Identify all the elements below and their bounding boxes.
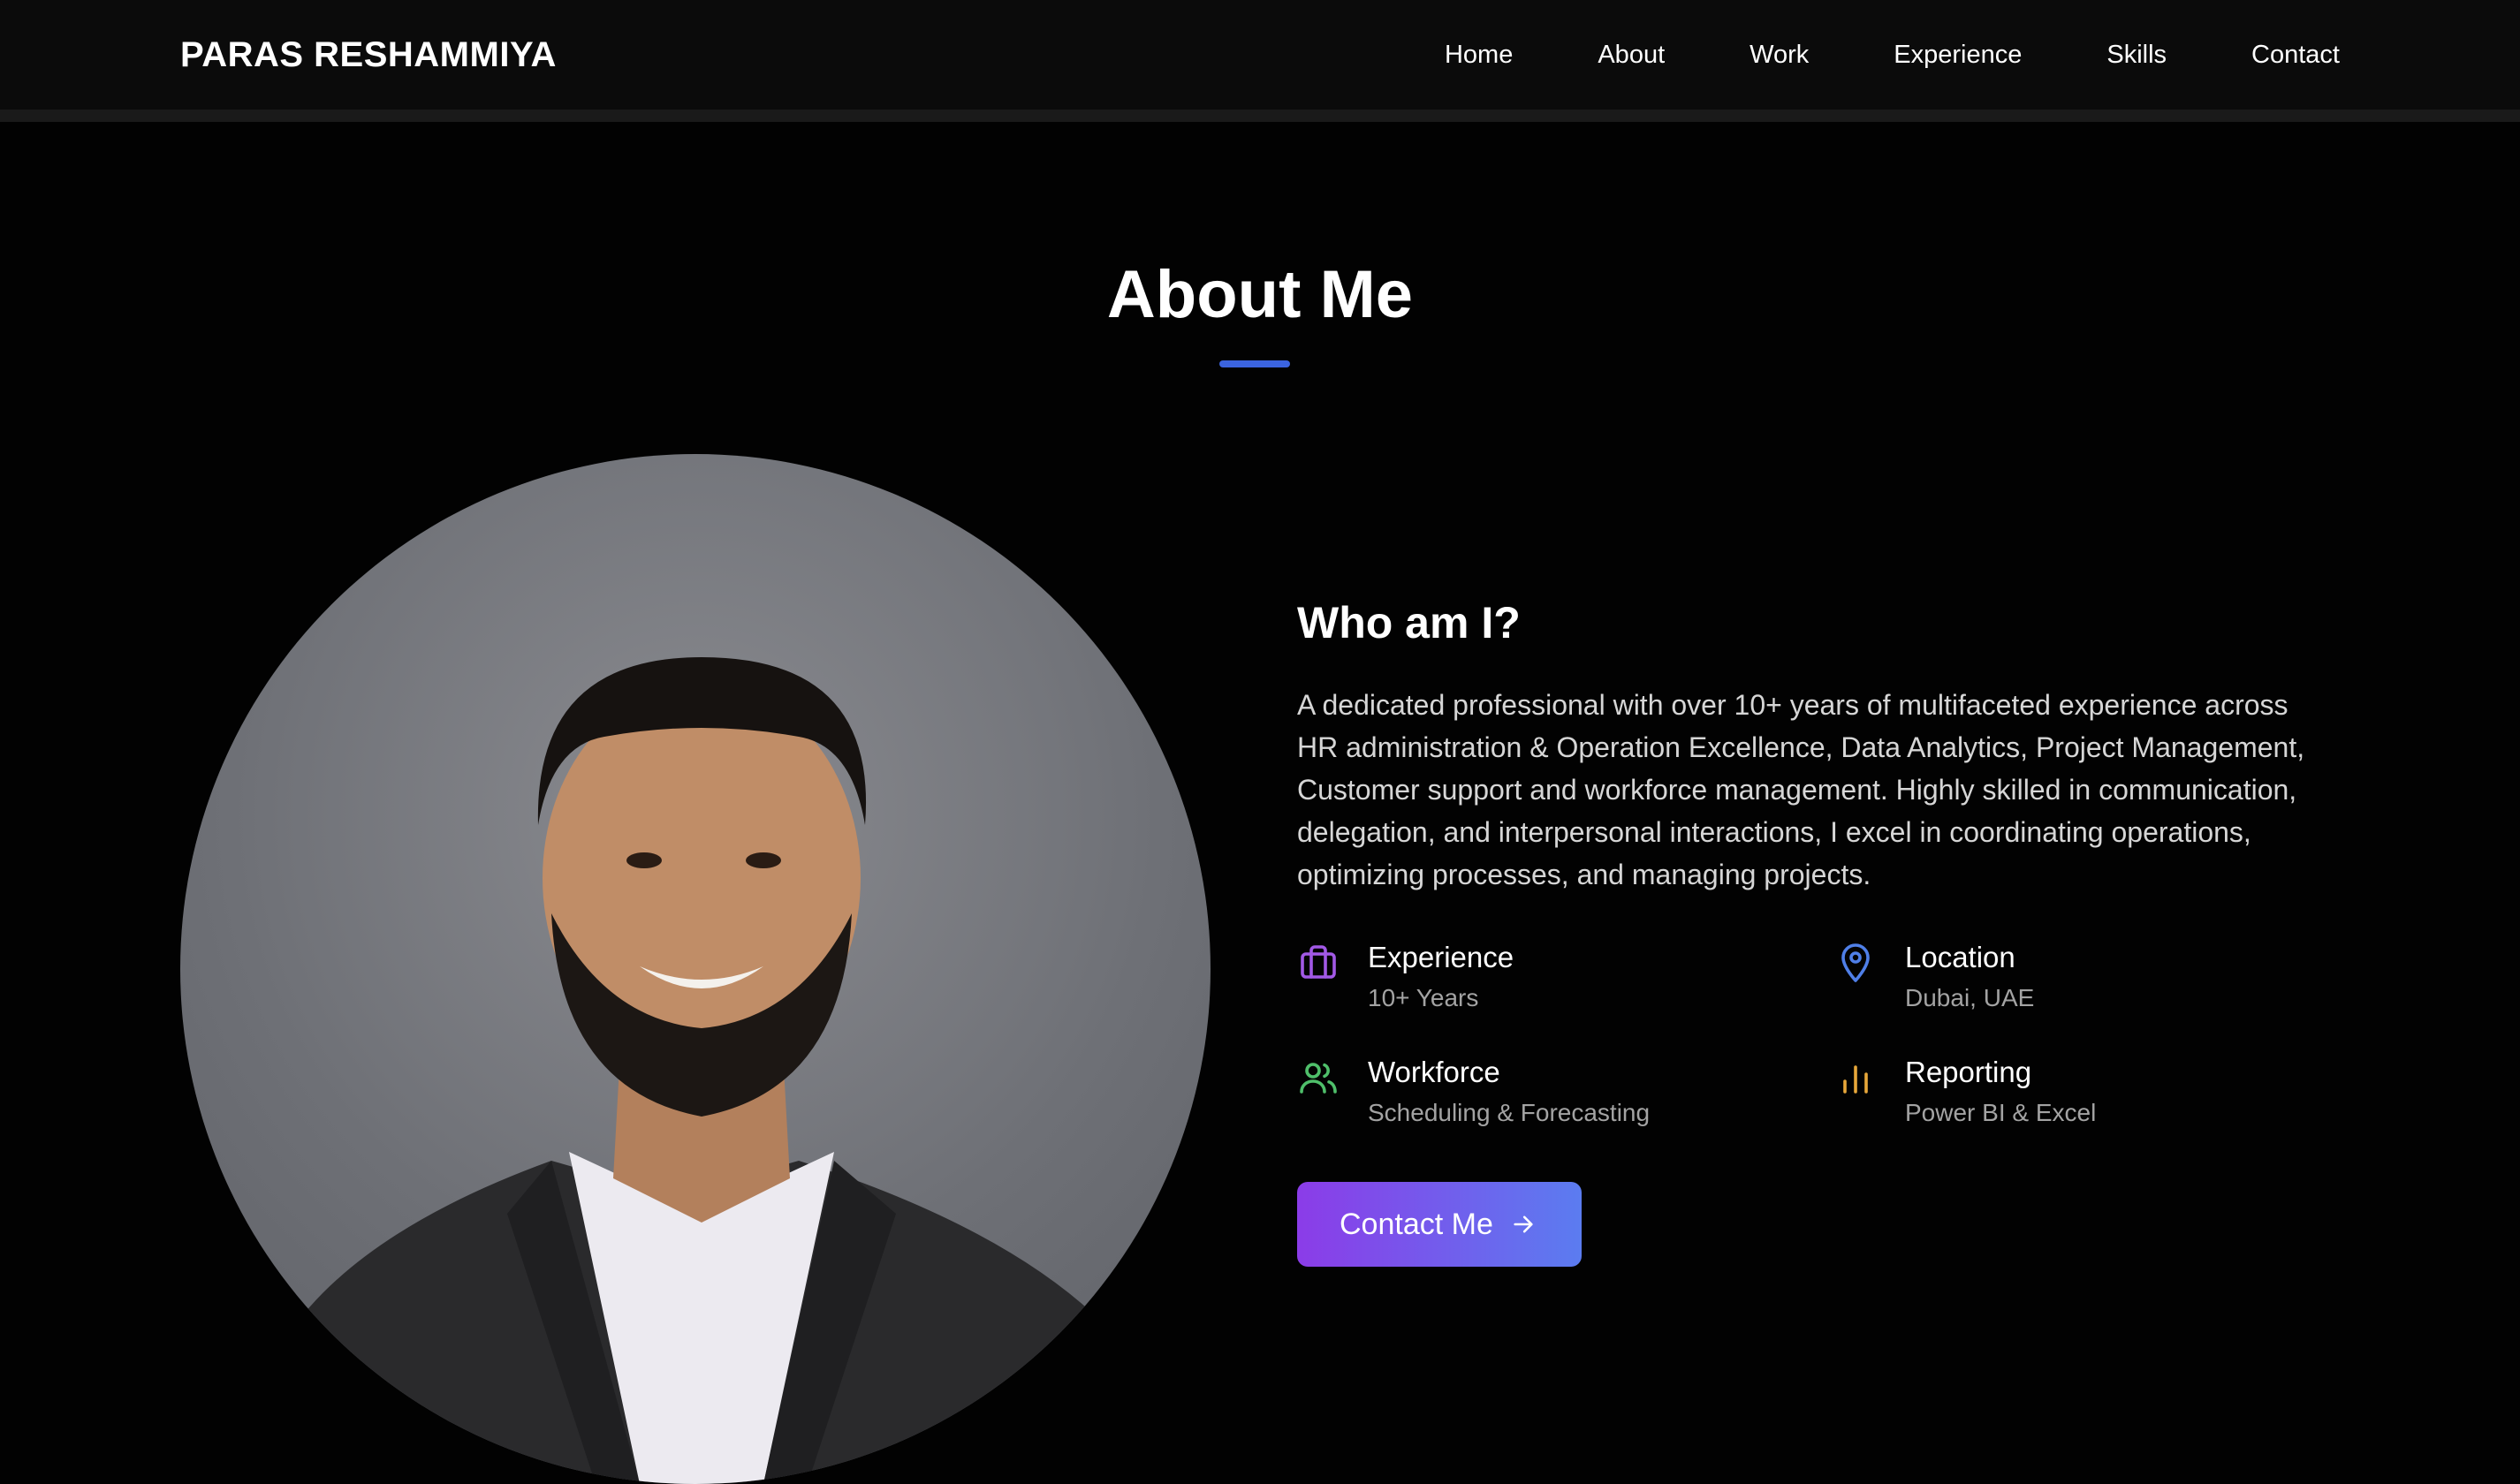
arrow-right-icon	[1514, 1215, 1533, 1233]
nav-link-home[interactable]: Home	[1402, 41, 1555, 70]
briefcase-icon	[1301, 945, 1336, 979]
about-content: Who am I? A dedicated professional with …	[1297, 597, 2322, 1267]
fact-workforce: Workforce Scheduling & Forecasting	[1297, 1055, 1834, 1127]
nav-link-about[interactable]: About	[1555, 41, 1707, 70]
fact-value: 10+ Years	[1368, 984, 1479, 1011]
who-am-i-heading: Who am I?	[1297, 598, 1521, 647]
map-pin-icon	[1841, 943, 1870, 982]
facts-grid: Experience 10+ Years Location Dubai, UAE	[1297, 940, 2322, 1127]
title-underline	[1219, 360, 1290, 367]
contact-me-button[interactable]: Contact Me	[1297, 1182, 1582, 1267]
nav-link-skills[interactable]: Skills	[2064, 41, 2209, 70]
brand-logo[interactable]: PARAS RESHAMMIYA	[180, 35, 557, 75]
fact-experience: Experience 10+ Years	[1297, 940, 1834, 1012]
fact-title: Reporting	[1905, 1056, 2032, 1088]
nav-link-contact[interactable]: Contact	[2209, 41, 2340, 70]
fact-value: Dubai, UAE	[1905, 984, 2035, 1011]
fact-title: Location	[1905, 941, 2015, 973]
fact-value: Power BI & Excel	[1905, 1099, 2097, 1126]
nav-link-experience[interactable]: Experience	[1851, 41, 2064, 70]
fact-reporting: Reporting Power BI & Excel	[1834, 1055, 2322, 1127]
users-icon	[1300, 1063, 1337, 1094]
nav-link-work[interactable]: Work	[1707, 41, 1851, 70]
fact-location: Location Dubai, UAE	[1834, 940, 2322, 1012]
profile-photo	[180, 454, 1211, 1484]
contact-me-label: Contact Me	[1340, 1207, 1493, 1241]
fact-value: Scheduling & Forecasting	[1368, 1099, 1651, 1126]
bio-paragraph: A dedicated professional with over 10+ y…	[1297, 689, 2305, 890]
fact-title: Experience	[1368, 941, 1514, 973]
bar-chart-icon	[1843, 1065, 1868, 1094]
fact-title: Workforce	[1368, 1056, 1500, 1088]
nav-links: Home About Work Experience Skills Contac…	[1402, 41, 2340, 70]
navbar-divider	[0, 110, 2520, 122]
section-title: About Me	[1106, 257, 1414, 332]
top-navbar: PARAS RESHAMMIYA Home About Work Experie…	[0, 0, 2520, 110]
